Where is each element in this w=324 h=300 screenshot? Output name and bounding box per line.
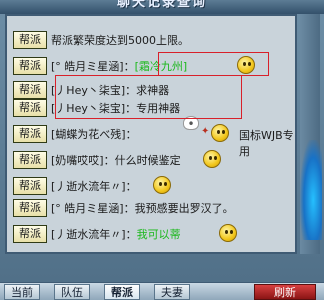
window-title: 聊天记录查询	[116, 0, 207, 10]
tab-spouse[interactable]: 夫妻	[154, 284, 190, 300]
sender-name[interactable]: [° 皓月ミ星涵]：	[51, 58, 135, 74]
message-text: [° 皓月ミ星涵]：我预感要出罗汉了。	[51, 201, 234, 215]
message-text: 帮派繁荣度达到5000上限。	[51, 33, 189, 47]
sender-name[interactable]: [丿逝水流年〃]：	[51, 226, 137, 242]
message-text: [丿Hey丶柒宝]：专用神器	[51, 101, 181, 115]
sender-name[interactable]: [丿逝水流年〃]：	[51, 178, 137, 194]
smiley-emoji-icon	[153, 176, 171, 194]
chat-history-window: 聊天记录查询 帮派 帮派繁荣度达到5000上限。 帮派 [° 皓月ミ星涵]： […	[0, 0, 324, 300]
tab-team[interactable]: 队伍	[54, 284, 90, 300]
chat-log-panel[interactable]: 帮派 帮派繁荣度达到5000上限。 帮派 [° 皓月ミ星涵]： [霜冷九州] 帮…	[5, 14, 297, 254]
cursor-pet-icon: •	[183, 116, 199, 131]
channel-badge[interactable]: 帮派	[13, 56, 47, 75]
sparkle-icon: ✦	[201, 126, 210, 137]
channel-badge[interactable]: 帮派	[13, 198, 47, 217]
channel-badge[interactable]: 帮派	[13, 150, 47, 169]
chat-message: 帮派 帮派繁荣度达到5000上限。	[13, 30, 189, 49]
chat-message: 帮派 [° 皓月ミ星涵]： [霜冷九州]	[13, 56, 187, 75]
channel-tab-bar: 当前 队伍 帮派 夫妻 刷新	[0, 282, 324, 300]
channel-badge[interactable]: 帮派	[13, 224, 47, 243]
channel-badge[interactable]: 帮派	[13, 80, 47, 99]
title-bar: 聊天记录查询	[0, 0, 324, 14]
chat-message: 帮派 [° 皓月ミ星涵]：我预感要出罗汉了。	[13, 198, 234, 217]
refresh-button[interactable]: 刷新	[254, 284, 316, 300]
chat-message: 帮派 [丿Hey丶柒宝]：专用神器	[13, 98, 180, 117]
chat-message: 帮派 [丿逝水流年〃]： 我可以蒂	[13, 224, 181, 243]
chat-message: 帮派 [丿逝水流年〃]：	[13, 176, 137, 195]
smiley-emoji-icon	[203, 150, 221, 168]
chat-message: 帮派 [奶嘴哎哎]：什么时候鉴定	[13, 150, 181, 169]
chat-message: 帮派 [蝴蝶为花べ残]：	[13, 124, 137, 143]
chat-message: 帮派 [丿Hey丶柒宝]：求神器	[13, 80, 169, 99]
message-text: 国标WJB专用	[239, 129, 294, 158]
channel-badge[interactable]: 帮派	[13, 176, 47, 195]
smiley-emoji-icon	[237, 56, 255, 74]
highlight-text: 我可以蒂	[136, 227, 181, 241]
channel-badge[interactable]: 帮派	[13, 98, 47, 117]
smiley-emoji-icon	[219, 224, 237, 242]
tab-current[interactable]: 当前	[4, 284, 40, 300]
sender-name[interactable]: [蝴蝶为花べ残]：	[51, 126, 137, 142]
decorative-flame-icon	[300, 140, 322, 240]
message-text: [奶嘴哎哎]：什么时候鉴定	[51, 153, 181, 167]
message-text: [丿Hey丶柒宝]：求神器	[51, 83, 170, 97]
channel-badge[interactable]: 帮派	[13, 124, 47, 143]
channel-badge[interactable]: 帮派	[13, 30, 47, 49]
tab-guild[interactable]: 帮派	[104, 284, 140, 300]
smiley-emoji-icon	[211, 124, 229, 142]
highlight-text: [霜冷九州]	[134, 59, 188, 73]
